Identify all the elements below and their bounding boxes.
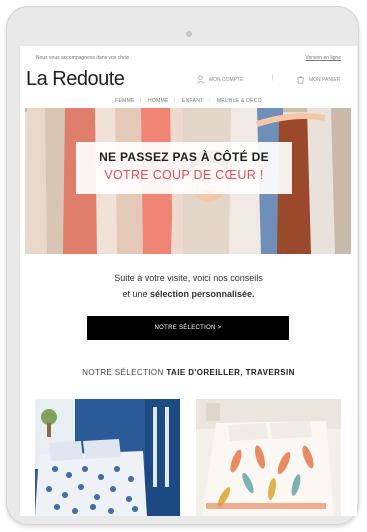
nav-item-enfant[interactable]: ENFANT — [182, 98, 204, 104]
intro-line2-bold: sélection personnalisée. — [150, 289, 255, 299]
cart-icon — [297, 76, 304, 84]
hero-headline-card: NE PASSEZ PAS À CÔTÉ DE VOTRE COUP DE CŒ… — [76, 142, 292, 194]
hero-headline-line2: VOTRE COUP DE CŒUR ! — [104, 168, 264, 182]
intro-text: Suite à votre visite, voici nos conseils… — [20, 270, 357, 302]
email-screen: Nous vous accompagnons dans vos choix Ve… — [20, 46, 357, 516]
account-icon — [197, 75, 204, 84]
nav-item-meuble-deco[interactable]: MEUBLE & DÉCO — [217, 98, 262, 104]
selection-title-bold: TAIE D'OREILLER, TRAVERSIN — [166, 368, 295, 377]
selection-cta-button[interactable]: NOTRE SÉLECTION > — [87, 316, 289, 340]
header-separator: | — [272, 75, 274, 81]
feather-bedding-illustration — [196, 399, 341, 516]
logo[interactable]: La Redoute — [26, 68, 125, 91]
nav-item-homme[interactable]: HOMME — [148, 98, 169, 104]
tagline: Nous vous accompagnons dans vos choix — [36, 55, 130, 61]
web-version-link[interactable]: Version en ligne — [305, 55, 341, 61]
intro-line2-prefix: et une — [122, 289, 148, 299]
product-image-feather-bedding[interactable] — [196, 399, 341, 516]
intro-line1: Suite à votre visite, voici nos conseils — [114, 273, 263, 283]
cart-link[interactable]: MON PANIER — [296, 75, 340, 84]
tablet-frame: Nous vous accompagnons dans vos choix Ve… — [6, 6, 359, 525]
selection-title-prefix: NOTRE SÉLECTION — [82, 368, 164, 377]
selection-title: NOTRE SÉLECTION TAIE D'OREILLER, TRAVERS… — [20, 368, 357, 377]
camera-dot — [186, 31, 192, 37]
category-nav: FEMME | HOMME | ENFANT | MEUBLE & DÉCO — [115, 98, 262, 104]
account-label: MON COMPTE — [209, 76, 244, 83]
nav-item-femme[interactable]: FEMME — [115, 98, 135, 104]
cart-label: MON PANIER — [309, 76, 341, 83]
top-line: Nous vous accompagnons dans vos choix Ve… — [36, 55, 341, 65]
intro-line2: et une sélection personnalisée. — [20, 286, 357, 302]
blue-bedding-illustration — [35, 399, 180, 516]
account-link[interactable]: MON COMPTE — [196, 75, 243, 84]
hero-headline-line1: NE PASSEZ PAS À CÔTÉ DE — [99, 150, 269, 164]
product-image-blue-bedding[interactable] — [35, 399, 180, 516]
